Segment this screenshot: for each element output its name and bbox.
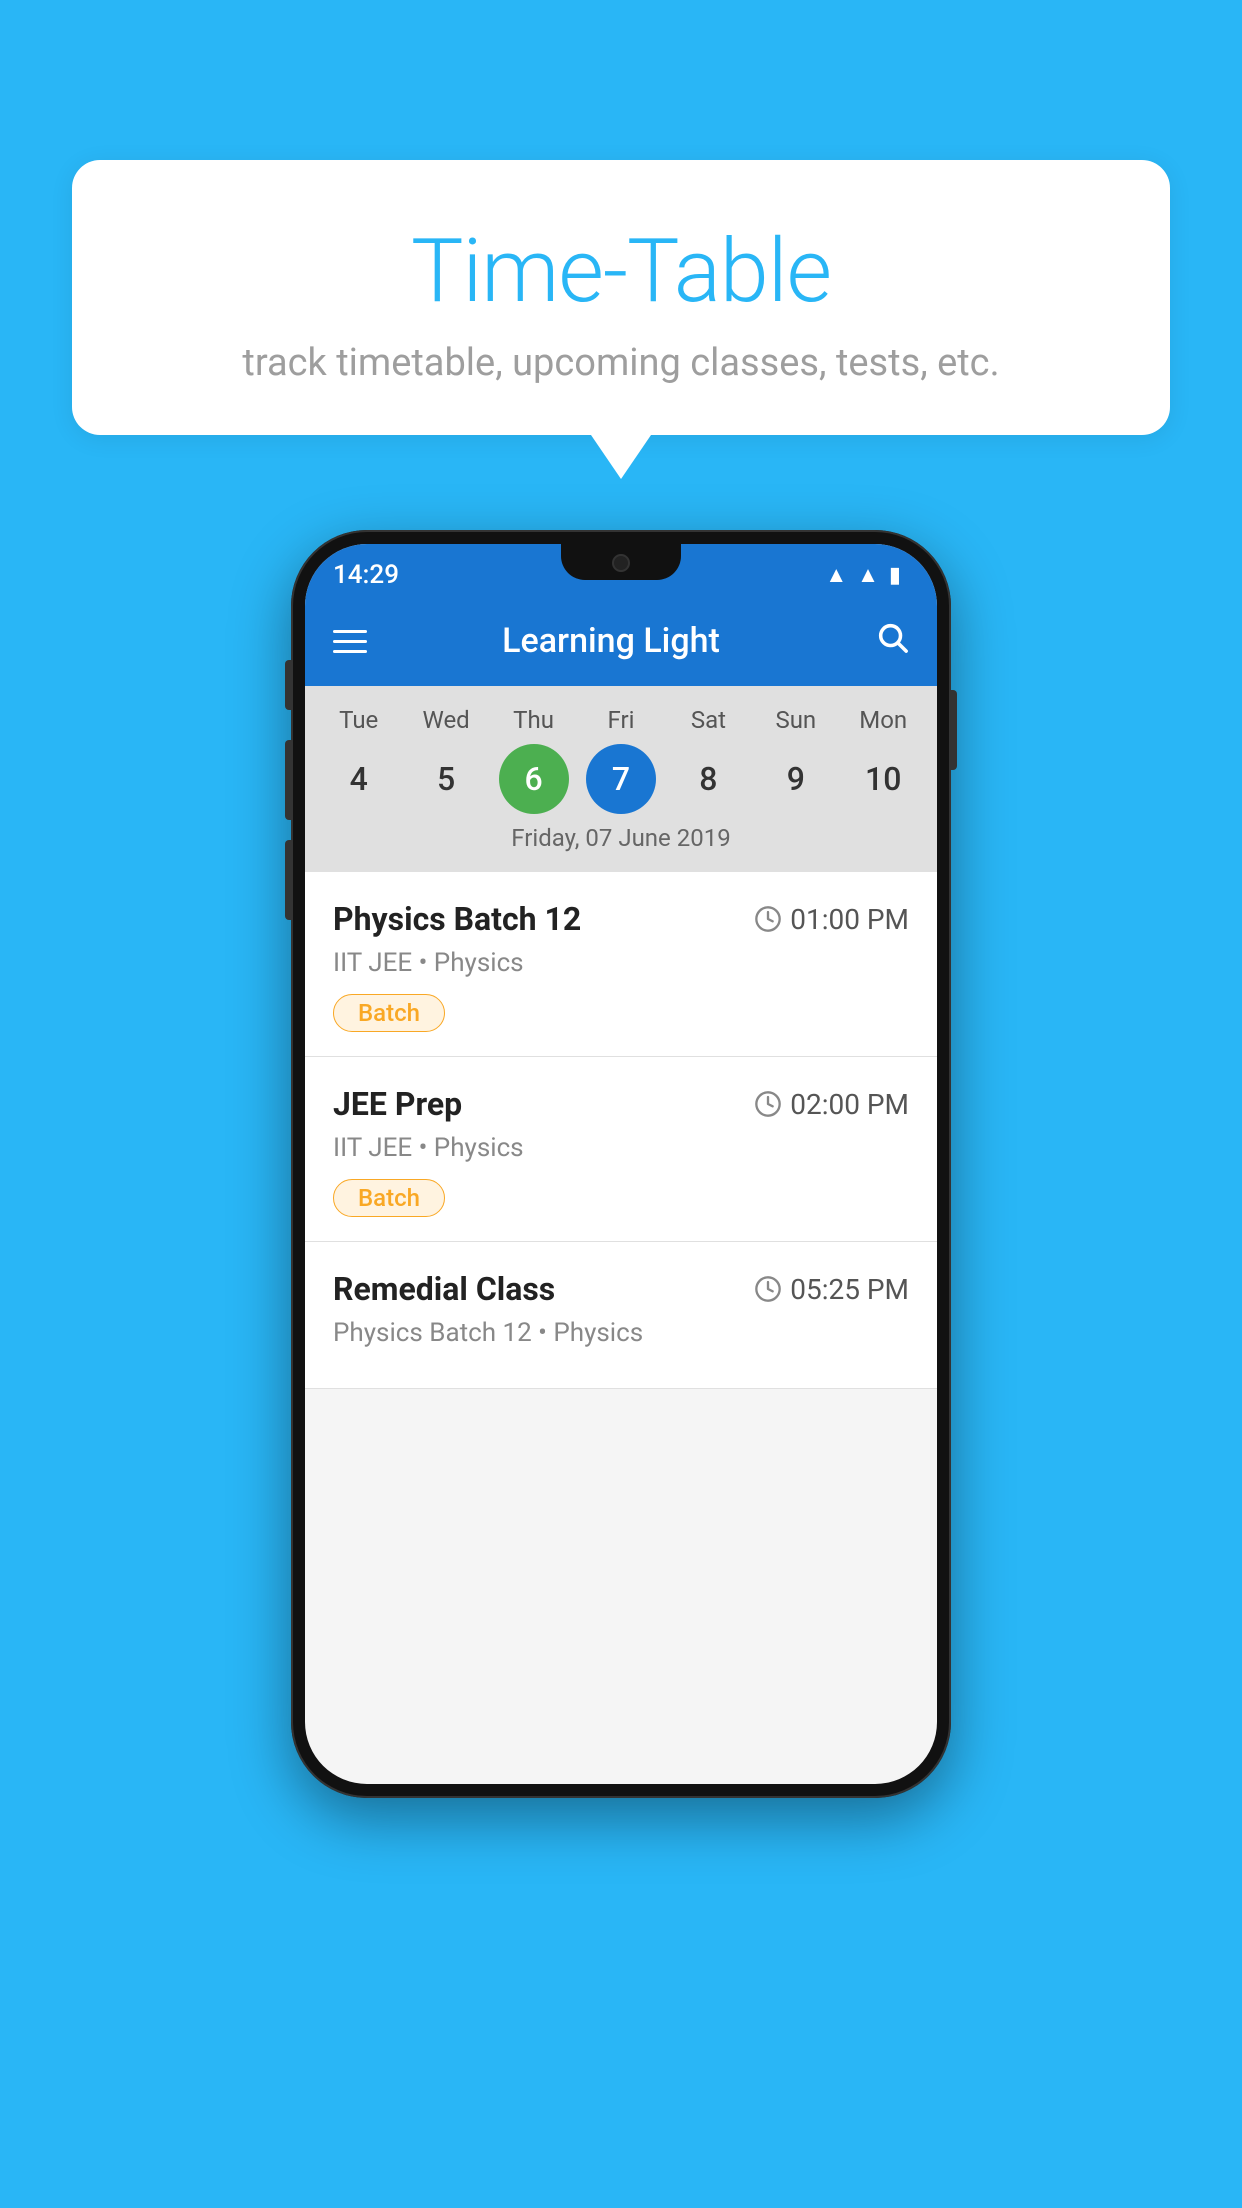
phone-mockup: 14:29 ▲ ▲ ▮ Learning Light	[291, 530, 951, 1798]
speech-bubble: Time-Table track timetable, upcoming cla…	[72, 160, 1170, 435]
wifi-icon: ▲	[825, 562, 847, 588]
schedule-list: Physics Batch 12 01:00 PM IIT JEE • Phys…	[305, 872, 937, 1389]
schedule-item-time: 05:25 PM	[754, 1273, 909, 1306]
day-number-7[interactable]: 7	[586, 744, 656, 814]
battery-icon: ▮	[889, 563, 901, 588]
schedule-item-time: 02:00 PM	[754, 1088, 909, 1121]
schedule-item-subtitle: IIT JEE • Physics	[333, 1133, 909, 1163]
day-number-5[interactable]: 5	[411, 744, 481, 814]
status-time: 14:29	[333, 560, 399, 590]
search-button[interactable]	[875, 620, 909, 663]
clock-icon	[754, 1090, 782, 1118]
day-number-8[interactable]: 8	[673, 744, 743, 814]
schedule-item-subtitle: IIT JEE • Physics	[333, 948, 909, 978]
phone-screen: 14:29 ▲ ▲ ▮ Learning Light	[305, 544, 937, 1784]
calendar-strip: Tue Wed Thu Fri Sat Sun Mon 45678910 Friday, 0…	[305, 686, 937, 872]
volume-up-button	[285, 740, 291, 820]
schedule-item-2[interactable]: Remedial Class 05:25 PM Physics Batch 12…	[305, 1242, 937, 1389]
day-number-4[interactable]: 4	[324, 744, 394, 814]
day-header-label: Tue	[324, 706, 394, 734]
day-numbers: 45678910	[305, 744, 937, 814]
bubble-subtitle: track timetable, upcoming classes, tests…	[122, 341, 1120, 385]
selected-date-label: Friday, 07 June 2019	[305, 814, 937, 860]
schedule-item-1[interactable]: JEE Prep 02:00 PM IIT JEE • Physics Batc…	[305, 1057, 937, 1242]
schedule-item-title: JEE Prep	[333, 1085, 462, 1123]
schedule-item-row: Remedial Class 05:25 PM	[333, 1270, 909, 1308]
day-header-label: Fri	[586, 706, 656, 734]
schedule-item-title: Physics Batch 12	[333, 900, 581, 938]
bubble-title: Time-Table	[122, 220, 1120, 323]
clock-icon	[754, 1275, 782, 1303]
status-icons: ▲ ▲ ▮	[825, 562, 901, 588]
schedule-item-row: JEE Prep 02:00 PM	[333, 1085, 909, 1123]
day-headers: Tue Wed Thu Fri Sat Sun Mon	[305, 706, 937, 734]
volume-down-button	[285, 840, 291, 920]
day-header-label: Wed	[411, 706, 481, 734]
phone-notch	[561, 544, 681, 580]
app-bar: Learning Light	[305, 596, 937, 686]
schedule-item-time: 01:00 PM	[754, 903, 909, 936]
hamburger-menu-button[interactable]	[333, 630, 367, 653]
day-header-label: Mon	[848, 706, 918, 734]
day-header-label: Sat	[673, 706, 743, 734]
schedule-item-subtitle: Physics Batch 12 • Physics	[333, 1318, 909, 1348]
schedule-item-row: Physics Batch 12 01:00 PM	[333, 900, 909, 938]
signal-icon: ▲	[857, 562, 879, 588]
app-title: Learning Light	[395, 621, 827, 661]
phone-outer: 14:29 ▲ ▲ ▮ Learning Light	[291, 530, 951, 1798]
batch-badge: Batch	[333, 994, 445, 1032]
schedule-item-0[interactable]: Physics Batch 12 01:00 PM IIT JEE • Phys…	[305, 872, 937, 1057]
speech-bubble-wrapper: Time-Table track timetable, upcoming cla…	[72, 160, 1170, 435]
day-number-9[interactable]: 9	[761, 744, 831, 814]
schedule-item-title: Remedial Class	[333, 1270, 555, 1308]
day-header-label: Thu	[499, 706, 569, 734]
day-number-10[interactable]: 10	[848, 744, 918, 814]
batch-badge: Batch	[333, 1179, 445, 1217]
day-number-6[interactable]: 6	[499, 744, 569, 814]
power-button	[951, 690, 957, 770]
mute-button	[285, 660, 291, 710]
front-camera	[612, 554, 630, 572]
clock-icon	[754, 905, 782, 933]
day-header-label: Sun	[761, 706, 831, 734]
